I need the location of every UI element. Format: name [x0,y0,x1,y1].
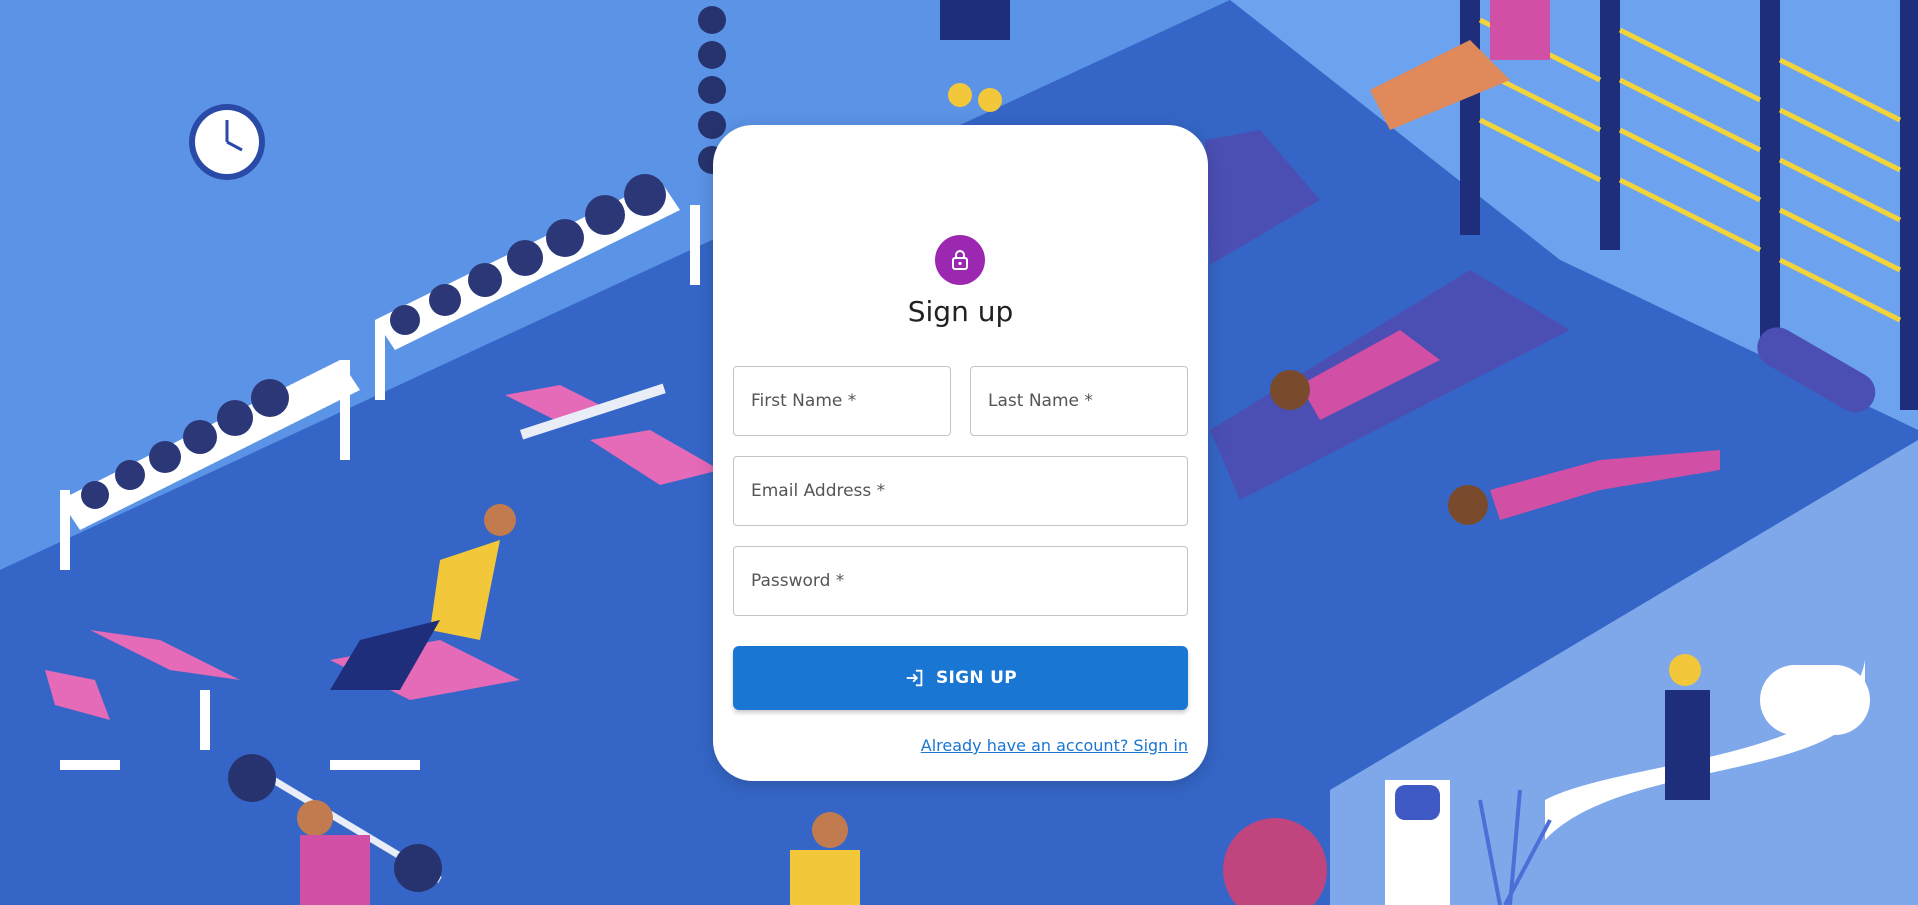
signup-button[interactable]: SIGN UP [733,646,1188,710]
email-field[interactable]: Email Address * [733,456,1188,526]
signup-page: Sign up First Name * Last Name * Email A… [0,0,1918,905]
lock-avatar [935,235,985,285]
email-placeholder: Email Address * [751,481,886,501]
password-field[interactable]: Password * [733,546,1188,616]
water-cooler [1385,780,1450,905]
password-placeholder: Password * [751,571,845,591]
last-name-field[interactable]: Last Name * [970,366,1188,436]
lock-icon [952,250,968,270]
signup-button-label: SIGN UP [935,668,1018,688]
signup-card: Sign up First Name * Last Name * Email A… [713,125,1208,781]
first-name-field[interactable]: First Name * [733,366,951,436]
last-name-placeholder: Last Name * [988,391,1093,411]
first-name-placeholder: First Name * [751,391,857,411]
login-arrow-icon [904,667,926,689]
page-title: Sign up [907,295,1014,328]
clock-icon [189,104,265,180]
signin-link[interactable]: Already have an account? Sign in [921,736,1188,755]
